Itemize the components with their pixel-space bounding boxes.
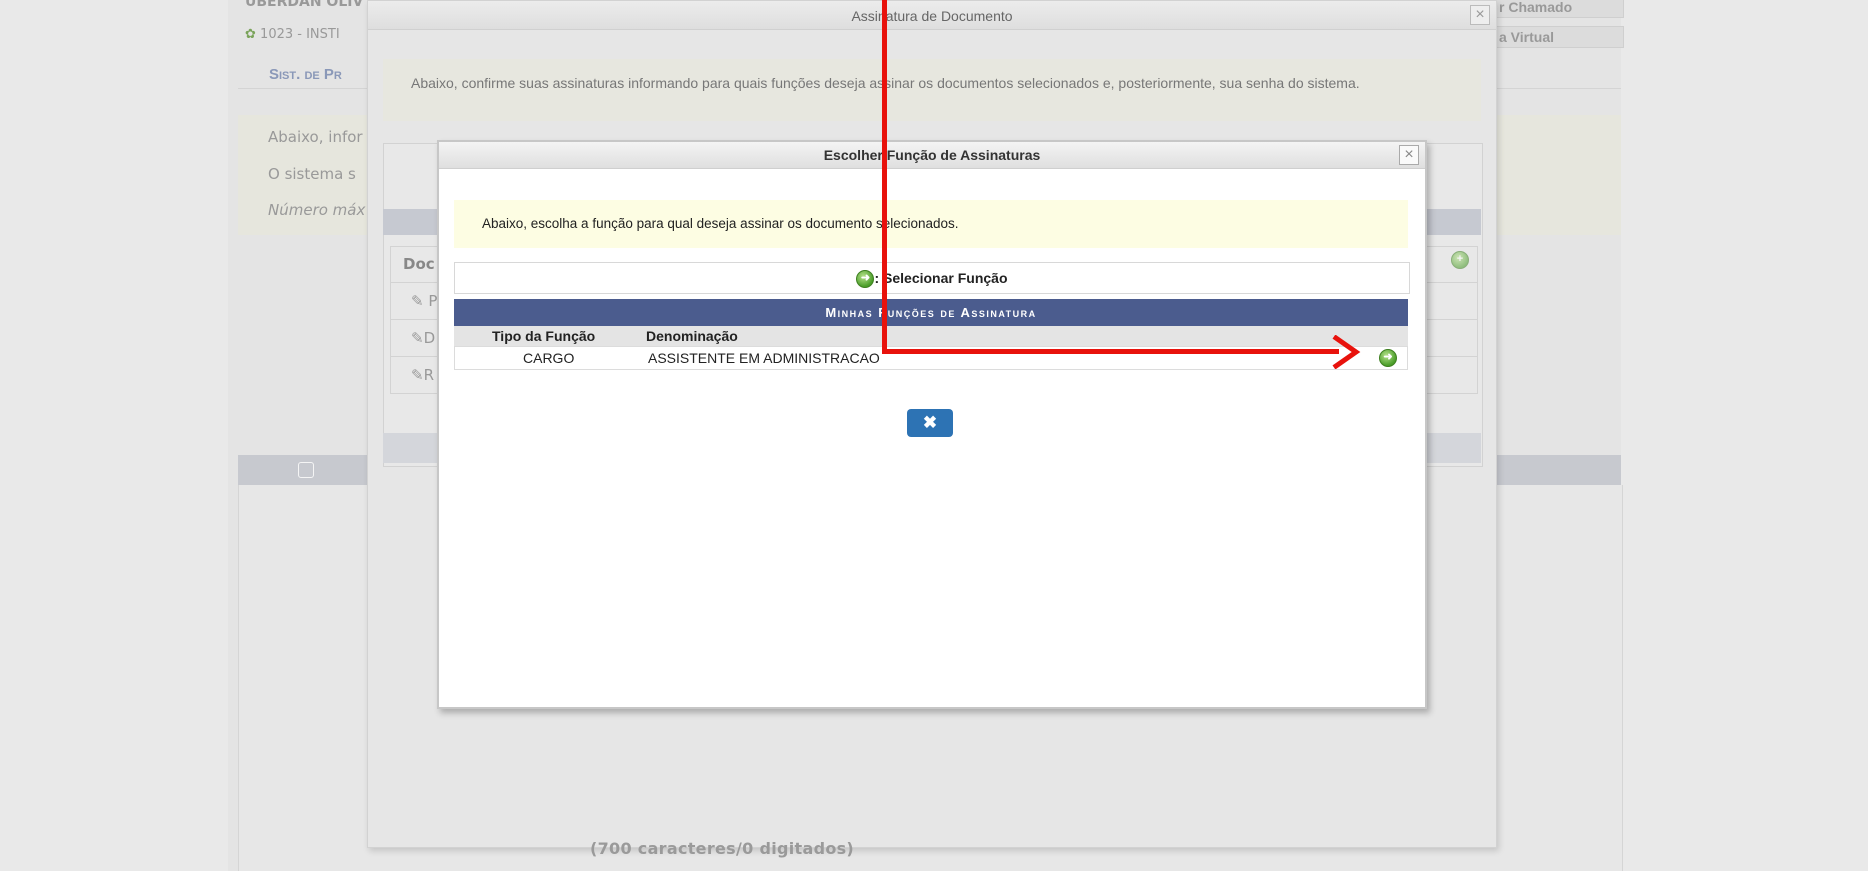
warn-line: Número máx	[268, 201, 366, 219]
arrow-head-icon	[1332, 335, 1361, 369]
abrir-chamado-button[interactable]: r Chamado	[1490, 0, 1624, 18]
close-icon[interactable]: ×	[1470, 5, 1490, 25]
arrow-vertical-line	[882, 0, 887, 354]
character-counter: (700 caracteres/0 digitados)	[590, 839, 855, 858]
dialog-title: Escolher Função de Assinaturas	[439, 142, 1425, 169]
table-caption: Minhas Funções de Assinatura	[454, 299, 1408, 326]
add-icon[interactable]: +	[1451, 251, 1469, 269]
dialog-message: Abaixo, confirme suas assinaturas inform…	[383, 59, 1481, 121]
table-header: Tipo da Função Denominação	[454, 326, 1408, 346]
system-title: Sist. de Pr	[269, 66, 342, 83]
collapse-icon[interactable]	[298, 462, 314, 478]
dialog-message: Abaixo, escolha a função para qual desej…	[454, 200, 1408, 248]
cell-tipo: CARGO	[523, 350, 575, 366]
warn-line: O sistema s	[268, 165, 356, 183]
close-icon[interactable]: ×	[1399, 145, 1419, 165]
dialog-title: Assinatura de Documento	[368, 1, 1496, 30]
column-header-denominacao: Denominação	[646, 328, 738, 344]
unit-label: ✿ 1023 - INSTI	[245, 27, 340, 42]
arrow-horizontal-line	[882, 349, 1339, 354]
legend: ➜: Selecionar Função	[454, 262, 1410, 294]
ajuda-virtual-button[interactable]: a Virtual	[1490, 26, 1624, 48]
close-button[interactable]: ✖	[907, 409, 953, 437]
unit-icon: ✿	[245, 27, 256, 42]
warn-line: Abaixo, infor	[268, 128, 363, 146]
user-name: UBERDAN OLIV	[245, 0, 364, 10]
cell-denominacao: ASSISTENTE EM ADMINISTRACAO	[648, 350, 880, 366]
legend-label: : Selecionar Função	[874, 270, 1008, 286]
escolher-funcao-dialog: Escolher Função de Assinaturas × Abaixo,…	[437, 140, 1427, 709]
select-arrow-icon: ➜	[1379, 349, 1397, 368]
select-function-button[interactable]: ➜	[1379, 349, 1397, 368]
select-arrow-icon: ➜	[856, 270, 875, 289]
column-header-tipo: Tipo da Função	[492, 328, 596, 344]
